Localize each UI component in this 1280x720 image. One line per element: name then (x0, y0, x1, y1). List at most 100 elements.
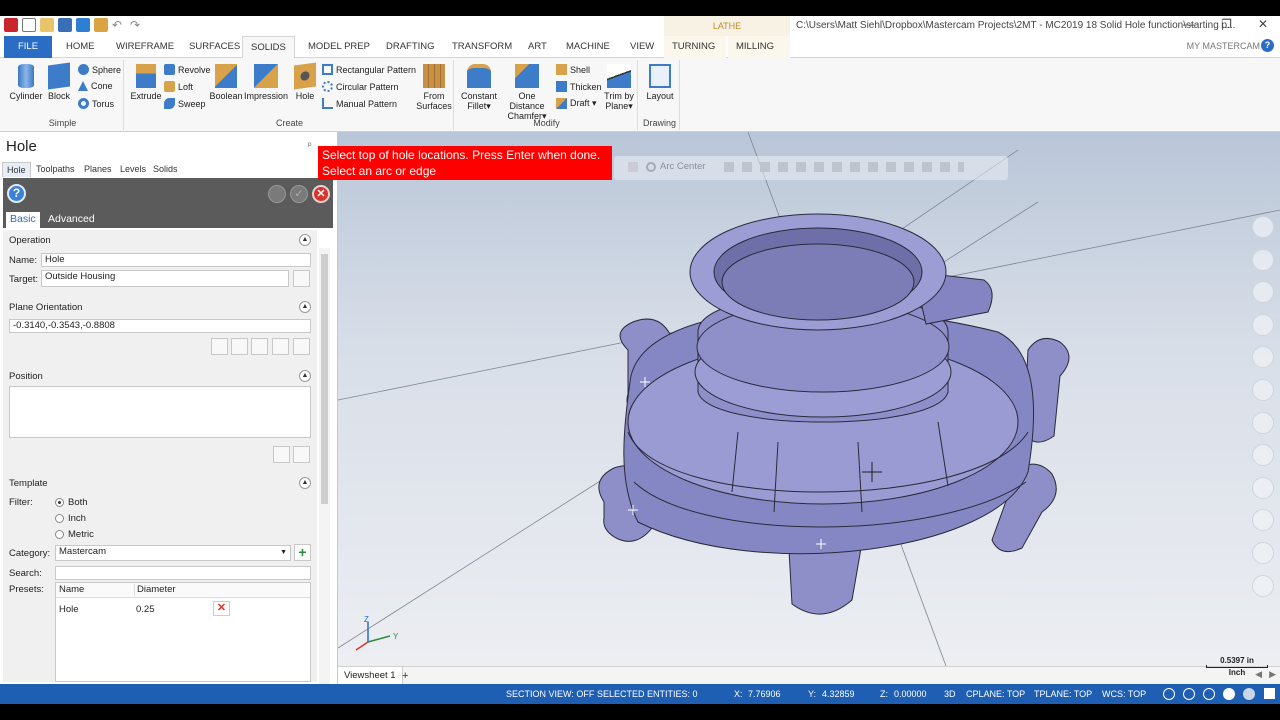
pin-icon[interactable]: ᵖ (308, 140, 311, 150)
translucent-shade-icon[interactable] (1243, 688, 1255, 700)
select-position-icon[interactable] (293, 446, 310, 463)
cplane-status[interactable]: CPLANE: TOP (966, 689, 1025, 699)
sphere-button[interactable]: Sphere (78, 64, 121, 75)
tab-drafting[interactable]: DRAFTING (378, 36, 443, 58)
tab-transform[interactable]: TRANSFORM (444, 36, 520, 58)
impression-button[interactable]: Impression (244, 64, 288, 101)
close-button[interactable]: ✕ (1258, 17, 1268, 31)
wcs-status[interactable]: WCS: TOP (1102, 689, 1146, 699)
globe-icon[interactable] (1163, 688, 1175, 700)
tab-planes[interactable]: Planes (80, 162, 116, 176)
redo-icon[interactable]: ↷ (130, 18, 144, 32)
autocursor-mode[interactable]: Arc Center (660, 161, 705, 172)
position-list[interactable] (9, 386, 311, 438)
scroll-right-icon[interactable]: ▶ (1269, 669, 1276, 680)
collapse-position-icon[interactable]: ▲ (299, 370, 311, 382)
search-input[interactable] (55, 566, 311, 580)
help-button[interactable]: ? (7, 184, 26, 203)
open-folder-icon[interactable] (40, 18, 54, 32)
solid-shade-icon[interactable] (1223, 688, 1235, 700)
tab-file[interactable]: FILE (4, 36, 52, 58)
basic-tab[interactable]: Basic (6, 212, 40, 228)
cylinder-button[interactable]: Cylinder (6, 64, 46, 101)
layer-icon[interactable] (1252, 509, 1274, 532)
collapse-plane-icon[interactable]: ▲ (299, 301, 311, 313)
filter-inch-radio[interactable]: Inch (55, 513, 86, 524)
tab-surfaces[interactable]: SURFACES (181, 36, 248, 58)
tab-wireframe[interactable]: WIREFRAME (108, 36, 182, 58)
category-select[interactable]: Mastercam ▼ (55, 545, 291, 561)
settings-square-icon[interactable] (1264, 688, 1275, 699)
from-surfaces-button[interactable]: From Surfaces (416, 64, 452, 111)
torus-button[interactable]: Torus (78, 98, 114, 109)
transform-icon[interactable] (1252, 444, 1274, 467)
tab-home[interactable]: HOME (58, 36, 103, 58)
advanced-tab[interactable]: Advanced (44, 212, 99, 228)
one-distance-chamfer-button[interactable]: One Distance Chamfer▾ (500, 64, 554, 121)
help-icon[interactable]: ? (1261, 39, 1274, 52)
analyze-icon[interactable] (1252, 476, 1274, 499)
add-icon[interactable] (1252, 216, 1274, 238)
tab-solids-manager[interactable]: Solids (149, 162, 182, 176)
plane-tool-2-icon[interactable] (231, 338, 248, 355)
table-row[interactable]: Hole 0.25 ✕ (56, 600, 310, 618)
scroll-thumb[interactable] (321, 254, 328, 504)
plane-tool-1-icon[interactable] (211, 338, 228, 355)
target-input[interactable]: Outside Housing (41, 270, 289, 287)
settings-icon[interactable] (1252, 541, 1274, 564)
ok-and-create-new-icon[interactable] (268, 185, 286, 203)
save-as-icon[interactable] (76, 18, 90, 32)
lock-icon[interactable] (628, 162, 638, 172)
trim-icon[interactable] (1252, 248, 1274, 271)
print-icon[interactable] (94, 18, 108, 32)
rectangular-pattern-button[interactable]: Rectangular Pattern (322, 64, 416, 75)
view-mode-status[interactable]: 3D (944, 689, 956, 699)
my-mastercam-link[interactable]: MY MASTERCAM (1187, 41, 1260, 51)
loft-button[interactable]: Loft (164, 81, 193, 92)
filter-metric-radio[interactable]: Metric (55, 529, 94, 540)
boolean-button[interactable]: Boolean (208, 64, 244, 101)
add-position-icon[interactable] (273, 446, 290, 463)
tab-view[interactable]: VIEW (622, 36, 662, 58)
tab-milling[interactable]: MILLING (728, 36, 790, 58)
tab-solids[interactable]: SOLIDS (242, 36, 295, 59)
wireframe-globe-icon[interactable] (1183, 688, 1195, 700)
delete-preset-icon[interactable]: ✕ (213, 601, 230, 616)
tplane-status[interactable]: TPLANE: TOP (1034, 689, 1092, 699)
arc-center-icon[interactable] (646, 162, 656, 172)
block-button[interactable]: Block (44, 62, 74, 101)
collapse-operation-icon[interactable]: ▲ (299, 234, 311, 246)
model-canvas[interactable]: Z Y (338, 132, 1280, 666)
layout-button[interactable]: Layout (642, 64, 678, 101)
dimension-icon[interactable] (1252, 378, 1274, 401)
select-target-icon[interactable] (293, 270, 310, 287)
plane-tool-3-icon[interactable] (251, 338, 268, 355)
collapse-template-icon[interactable]: ▲ (299, 477, 311, 489)
circular-pattern-button[interactable]: Circular Pattern (322, 81, 399, 92)
ok-check-icon[interactable]: ✓ (290, 185, 308, 203)
selection-filter-icons[interactable] (724, 162, 964, 172)
tab-hole-manager[interactable]: Hole (2, 162, 31, 177)
draft-button[interactable]: Draft ▾ (556, 98, 597, 109)
tab-art[interactable]: ART (520, 36, 555, 58)
new-file-icon[interactable] (22, 18, 36, 32)
add-category-icon[interactable]: + (294, 544, 311, 561)
manual-pattern-button[interactable]: Manual Pattern (322, 98, 397, 109)
plane-orientation-input[interactable]: -0.3140,-0.3543,-0.8808 (9, 319, 311, 333)
shell-button[interactable]: Shell (556, 64, 590, 75)
thicken-button[interactable]: Thicken (556, 81, 602, 92)
tab-levels[interactable]: Levels (116, 162, 150, 176)
add-viewsheet-button[interactable]: + (402, 667, 408, 685)
filter-both-radio[interactable]: Both (55, 497, 88, 508)
spline-icon[interactable] (1252, 313, 1274, 336)
constant-fillet-button[interactable]: Constant Fillet▾ (458, 64, 500, 111)
viewsheet-tab[interactable]: Viewsheet 1 (338, 667, 403, 685)
minimize-button[interactable]: — (1183, 17, 1195, 31)
extrude-button[interactable]: Extrude (128, 64, 164, 101)
trim-by-plane-button[interactable]: Trim by Plane▾ (602, 64, 636, 111)
sweep-button[interactable]: Sweep (164, 98, 206, 109)
plane-tool-5-icon[interactable] (293, 338, 310, 355)
clear-icon[interactable] (1252, 574, 1274, 597)
save-icon[interactable] (58, 18, 72, 32)
tab-machine[interactable]: MACHINE (558, 36, 618, 58)
